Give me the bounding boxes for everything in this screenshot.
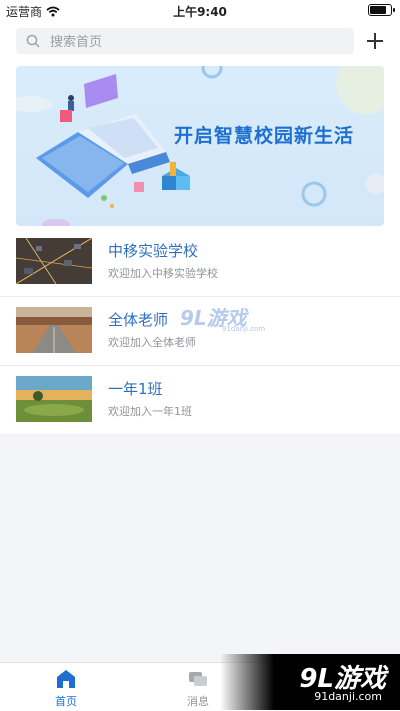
school-name: 全体老师 bbox=[108, 311, 169, 329]
city-aerial-image bbox=[16, 238, 92, 284]
school-welcome: 欢迎加入中移实验学校 bbox=[108, 267, 218, 280]
battery-level bbox=[370, 6, 387, 14]
list-item[interactable]: 中移实验学校 欢迎加入中移实验学校 bbox=[0, 228, 400, 297]
site-logo: 9L游戏 91danji.com bbox=[220, 654, 400, 710]
school-list: 中移实验学校 欢迎加入中移实验学校 全体老师 欢迎加入全体老师 一年1班 欢迎加… bbox=[0, 228, 400, 434]
sunset-meadow-image bbox=[16, 376, 92, 422]
desert-road-image bbox=[16, 307, 92, 353]
school-welcome: 欢迎加入全体老师 bbox=[108, 336, 196, 349]
add-button[interactable] bbox=[364, 30, 386, 52]
school-name: 中移实验学校 bbox=[108, 242, 199, 260]
home-icon bbox=[57, 670, 75, 688]
school-name: 一年1班 bbox=[108, 380, 163, 398]
message-icon bbox=[189, 672, 207, 686]
status-time: 上午9:40 bbox=[173, 5, 227, 19]
banner-title: 开启智慧校园新生活 bbox=[174, 125, 355, 147]
battery-icon bbox=[368, 4, 395, 16]
search-icon bbox=[26, 34, 40, 48]
search-input[interactable] bbox=[48, 30, 342, 54]
tab-home[interactable]: 首页 bbox=[16, 663, 116, 711]
home-content: 开启智慧校园新生活 中移实验学校 欢迎加入中移实验学校 bbox=[0, 20, 400, 434]
tab-label: 首页 bbox=[55, 695, 77, 708]
list-item[interactable]: 一年1班 欢迎加入一年1班 bbox=[0, 366, 400, 434]
school-welcome: 欢迎加入一年1班 bbox=[108, 405, 192, 418]
site-logo-url: 91danji.com bbox=[314, 690, 382, 703]
promo-banner[interactable]: 开启智慧校园新生活 bbox=[16, 66, 384, 226]
status-bar: 运营商 上午9:40 bbox=[0, 0, 400, 20]
watermark-url: 91danji.com bbox=[222, 325, 266, 333]
search-bar[interactable] bbox=[16, 28, 354, 54]
